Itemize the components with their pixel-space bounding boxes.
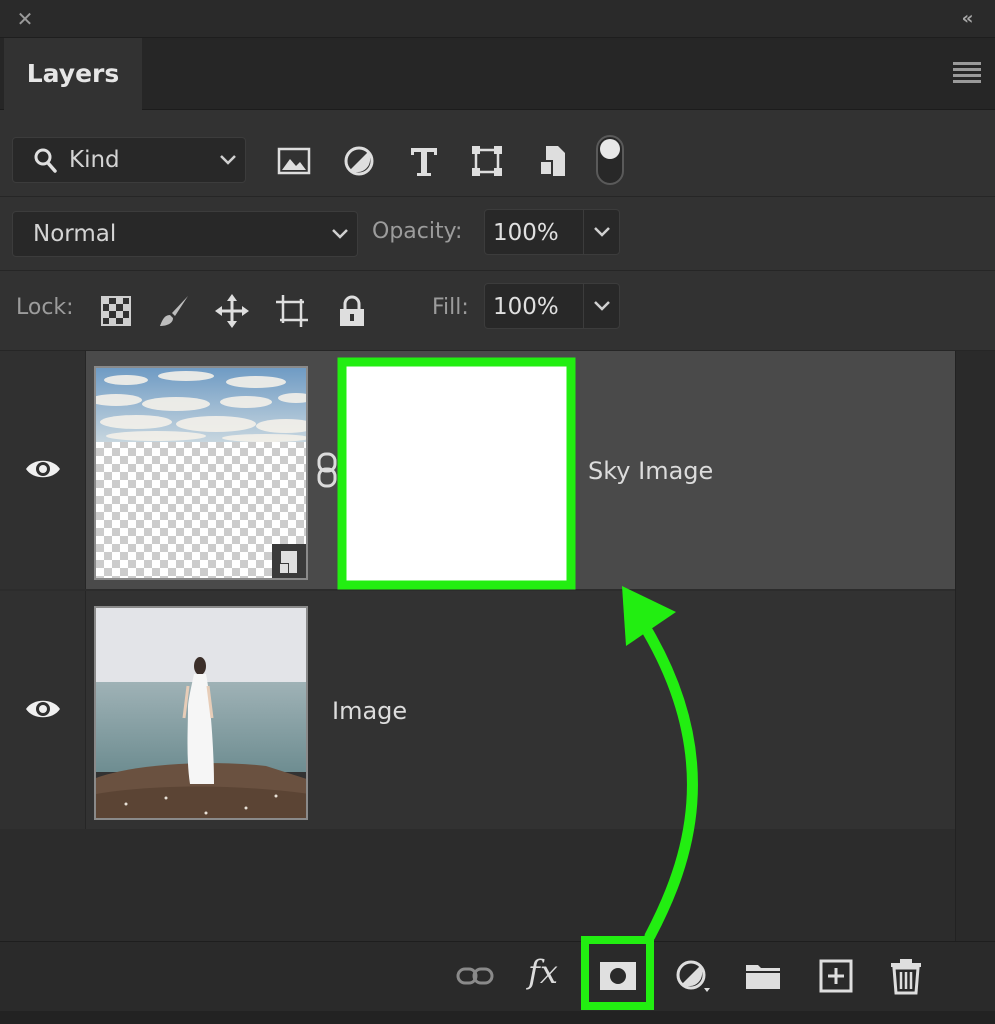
opacity-value: 100% — [493, 220, 559, 246]
lock-image-pixels-icon[interactable] — [156, 293, 192, 329]
visibility-eye-icon[interactable] — [24, 455, 62, 483]
layer-row-image[interactable]: Image — [0, 591, 955, 829]
adjustment-filter-icon[interactable] — [341, 143, 377, 179]
sky-image-thumbnail[interactable] — [94, 366, 308, 580]
type-filter-icon[interactable] — [406, 143, 442, 179]
filter-kind-label: Kind — [69, 147, 120, 173]
chevron-down-icon[interactable] — [593, 226, 611, 238]
add-mask-icon[interactable] — [598, 956, 638, 996]
shape-filter-icon[interactable] — [469, 143, 505, 179]
filter-toggle-switch[interactable] — [596, 135, 624, 185]
new-layer-icon[interactable] — [816, 956, 856, 996]
collapse-panel-icon[interactable]: ‹‹ — [953, 8, 979, 30]
fill-value: 100% — [493, 294, 559, 320]
layers-scrollbar[interactable] — [955, 351, 995, 941]
panel-top-bar: ✕ ‹‹ — [0, 0, 995, 38]
layer-name[interactable]: Sky Image — [588, 457, 713, 485]
adjustment-layer-icon[interactable] — [672, 956, 712, 996]
tab-layers[interactable]: Layers — [4, 38, 142, 111]
lock-position-icon[interactable] — [214, 293, 250, 329]
blend-mode-value: Normal — [33, 221, 117, 247]
filter-row: Kind — [0, 111, 995, 197]
layer-row-sky-image[interactable]: Sky Image — [0, 351, 955, 589]
fill-label: Fill: — [432, 295, 469, 320]
image-layer-thumbnail-graphic — [96, 608, 306, 818]
group-folder-icon[interactable] — [743, 956, 783, 996]
layers-bottom-toolbar: fx — [0, 941, 995, 1011]
panel-resize-grip[interactable] — [0, 1011, 995, 1024]
lock-label: Lock: — [16, 295, 74, 320]
lock-row: Lock: Fill: 100% — [0, 271, 995, 351]
search-icon — [34, 148, 57, 173]
close-panel-icon[interactable]: ✕ — [14, 8, 36, 30]
fill-field[interactable]: 100% — [484, 283, 620, 329]
visibility-eye-icon[interactable] — [24, 695, 62, 723]
blend-row: Normal Opacity: 100% — [0, 197, 995, 271]
layer-name[interactable]: Image — [332, 697, 407, 725]
tab-row: Layers — [0, 38, 995, 111]
smart-object-filter-icon[interactable] — [534, 143, 570, 179]
chevron-down-icon — [220, 155, 236, 165]
lock-all-icon[interactable] — [334, 293, 370, 329]
sky-image-thumbnail-graphic — [96, 368, 306, 578]
blend-mode-dropdown[interactable]: Normal — [12, 211, 358, 257]
lock-transparent-pixels-icon[interactable] — [98, 293, 134, 329]
layers-list: Sky Image Image — [0, 351, 995, 941]
image-layer-thumbnail[interactable] — [94, 606, 308, 820]
toggle-knob — [600, 139, 620, 159]
chevron-down-icon[interactable] — [593, 300, 611, 312]
opacity-field[interactable]: 100% — [484, 209, 620, 255]
chain-link-icon[interactable] — [316, 452, 338, 488]
lock-artboard-icon[interactable] — [274, 293, 310, 329]
image-filter-icon[interactable] — [276, 143, 312, 179]
filter-kind-dropdown[interactable]: Kind — [12, 137, 246, 183]
fx-icon[interactable]: fx — [528, 952, 568, 992]
link-layers-icon[interactable] — [455, 956, 495, 996]
layer-mask-thumbnail[interactable] — [346, 366, 568, 588]
panel-menu-icon[interactable] — [953, 62, 981, 84]
trash-icon[interactable] — [886, 956, 926, 996]
opacity-label: Opacity: — [372, 219, 463, 244]
chevron-down-icon — [332, 229, 348, 239]
